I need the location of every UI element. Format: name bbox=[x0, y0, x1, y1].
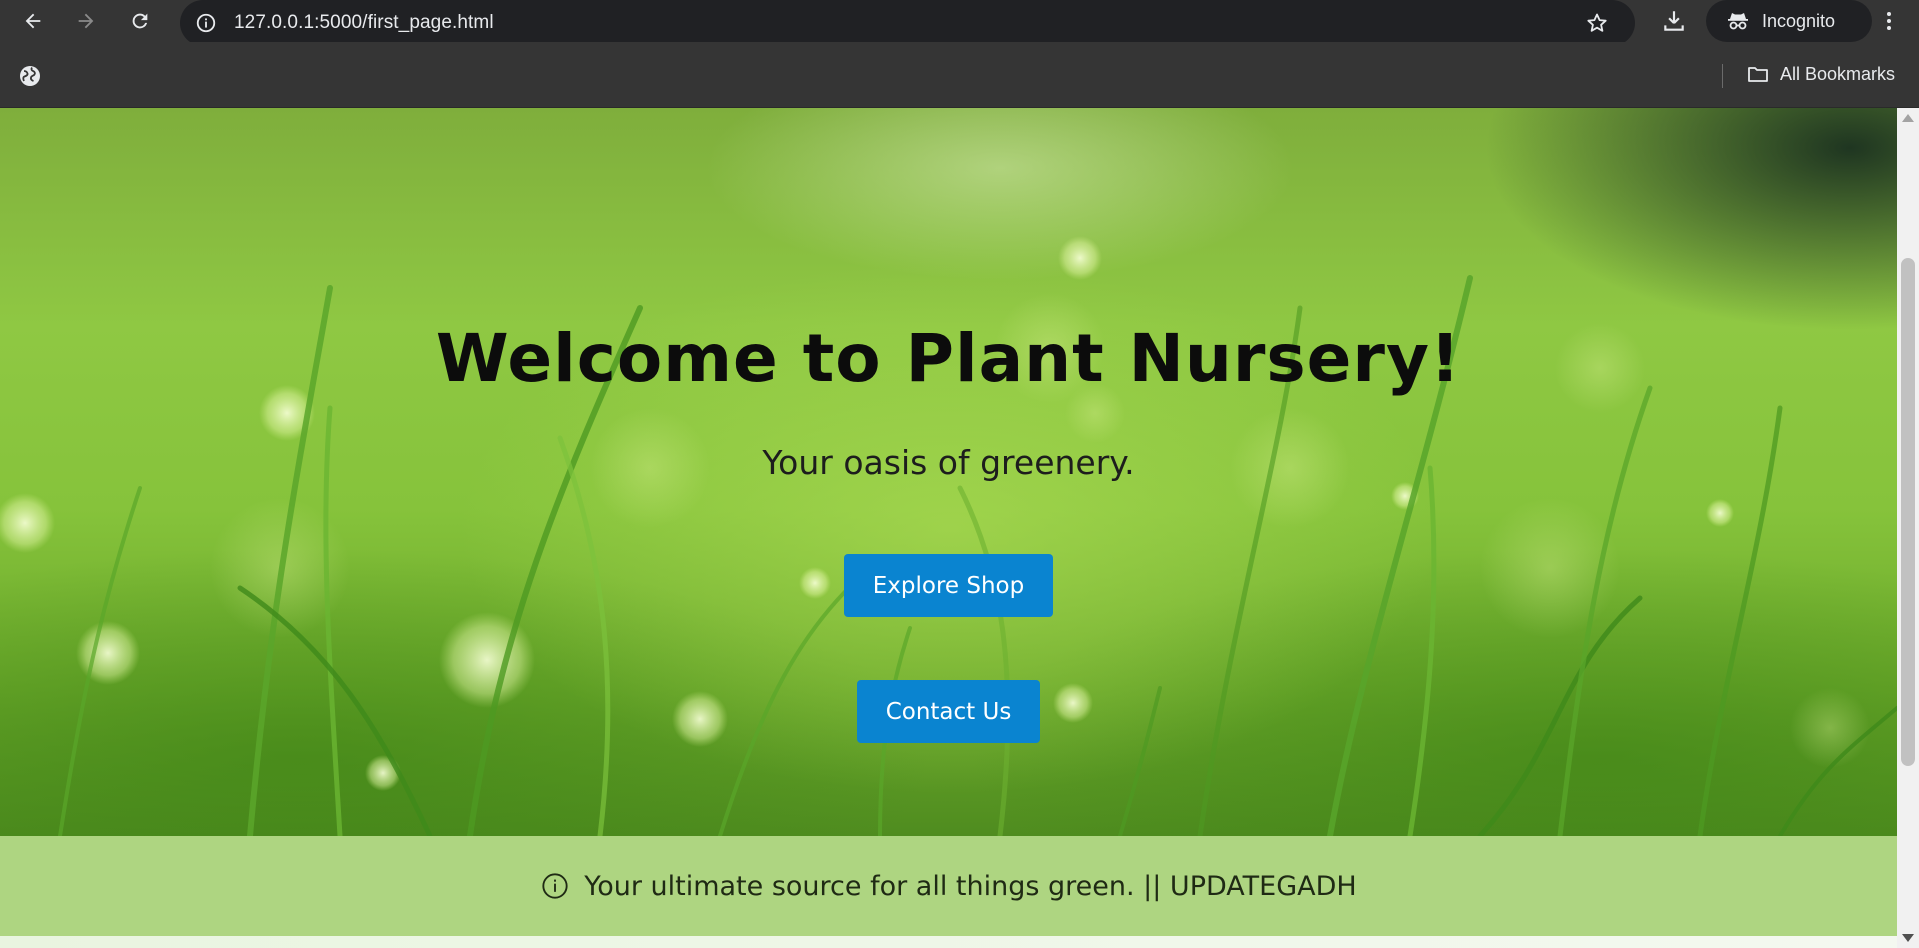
site-info-icon[interactable] bbox=[194, 11, 218, 35]
back-button[interactable] bbox=[16, 4, 50, 38]
incognito-indicator[interactable]: Incognito bbox=[1706, 0, 1872, 42]
page-viewport: Welcome to Plant Nursery! Your oasis of … bbox=[0, 108, 1897, 948]
scroll-down-arrow-icon[interactable] bbox=[1902, 934, 1914, 942]
scroll-up-arrow-icon[interactable] bbox=[1902, 114, 1914, 122]
bookmarks-bar: All Bookmarks bbox=[0, 42, 1919, 108]
url-text[interactable]: 127.0.0.1:5000/first_page.html bbox=[234, 12, 494, 34]
address-bar[interactable]: 127.0.0.1:5000/first_page.html bbox=[180, 0, 1635, 46]
page-scrollbar[interactable] bbox=[1897, 108, 1919, 948]
all-bookmarks-button[interactable]: All Bookmarks bbox=[1746, 56, 1895, 92]
incognito-label: Incognito bbox=[1762, 10, 1836, 31]
kebab-menu-icon bbox=[1887, 12, 1891, 30]
hero-subtitle: Your oasis of greenery. bbox=[762, 443, 1135, 482]
page-bottom-strip bbox=[0, 936, 1897, 948]
contact-us-button[interactable]: Contact Us bbox=[857, 680, 1040, 743]
bookmarks-separator bbox=[1722, 64, 1723, 88]
hero-title: Welcome to Plant Nursery! bbox=[435, 320, 1462, 397]
back-arrow-icon bbox=[25, 13, 41, 29]
hero-section: Welcome to Plant Nursery! Your oasis of … bbox=[0, 108, 1897, 836]
bookmark-star-icon[interactable] bbox=[1583, 9, 1611, 37]
explore-shop-button[interactable]: Explore Shop bbox=[844, 554, 1053, 617]
scroll-thumb[interactable] bbox=[1901, 258, 1915, 766]
browser-toolbar: 127.0.0.1:5000/first_page.html Incognito bbox=[0, 0, 1919, 46]
incognito-icon bbox=[1728, 13, 1748, 30]
globe-icon[interactable] bbox=[18, 64, 42, 88]
forward-button[interactable] bbox=[69, 4, 103, 38]
folder-icon bbox=[1748, 67, 1768, 82]
forward-arrow-icon bbox=[78, 13, 94, 29]
all-bookmarks-label: All Bookmarks bbox=[1780, 63, 1896, 84]
reload-button[interactable] bbox=[123, 4, 157, 38]
info-circle-icon bbox=[540, 871, 570, 901]
download-icon bbox=[1664, 11, 1684, 31]
reload-icon bbox=[132, 13, 148, 29]
footer-text: Your ultimate source for all things gree… bbox=[584, 870, 1357, 902]
page-footer: Your ultimate source for all things gree… bbox=[0, 836, 1897, 936]
hero-content: Welcome to Plant Nursery! Your oasis of … bbox=[0, 108, 1897, 836]
browser-menu-button[interactable] bbox=[1872, 4, 1906, 38]
download-button[interactable] bbox=[1657, 4, 1691, 38]
